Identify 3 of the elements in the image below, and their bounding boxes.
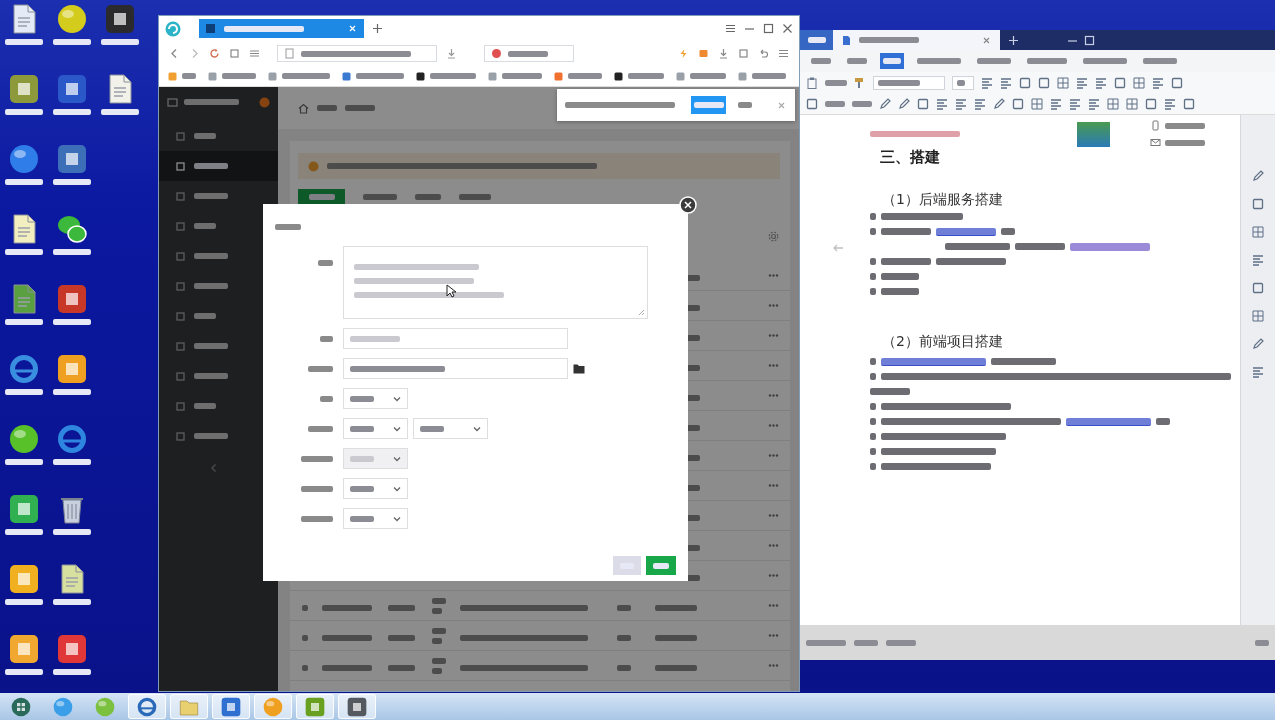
section-heading: 三、搭建 (880, 147, 940, 167)
subsection-heading: （2）前端项目搭建 (882, 332, 1003, 351)
subsection-heading: （1）后端服务搭建 (882, 190, 1003, 209)
